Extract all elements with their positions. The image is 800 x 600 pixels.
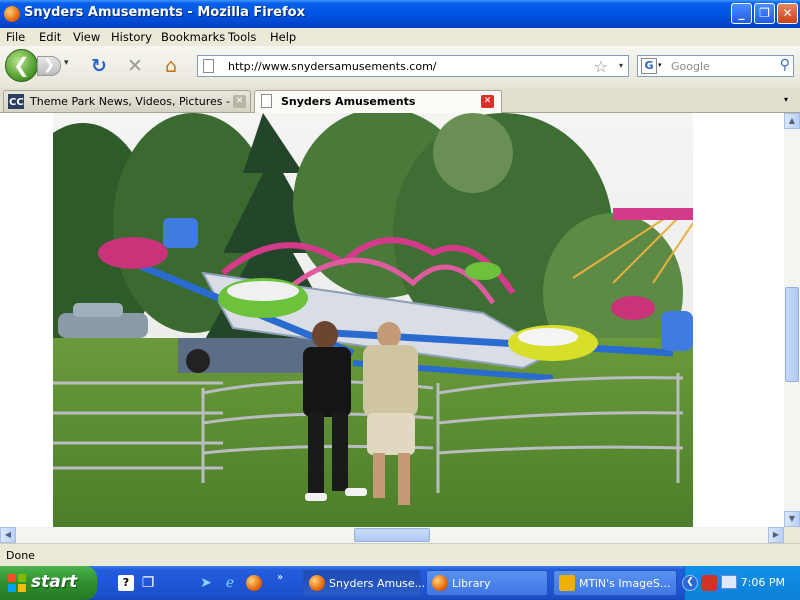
close-window-button[interactable]: ✕ bbox=[777, 3, 798, 24]
firefox-quicklaunch-icon[interactable] bbox=[246, 575, 262, 591]
firefox-icon bbox=[309, 575, 325, 591]
search-input[interactable]: Google bbox=[671, 60, 710, 73]
windows-logo-icon bbox=[8, 574, 26, 592]
tab-list-icon[interactable]: ▾ bbox=[784, 95, 788, 104]
taskbar: start ? ❐ ➤ ℯ » Snyders Amuse... Library… bbox=[0, 566, 800, 600]
history-dropdown-icon[interactable]: ▾ bbox=[64, 58, 69, 68]
scroll-left-icon[interactable]: ◀ bbox=[0, 527, 16, 543]
firefox-icon bbox=[4, 6, 20, 22]
menu-bar: File Edit View History Bookmarks Tools H… bbox=[0, 28, 800, 46]
bookmark-star-icon[interactable]: ☆ bbox=[594, 57, 608, 76]
menu-file[interactable]: File bbox=[6, 30, 25, 44]
window-title: Snyders Amusements - Mozilla Firefox bbox=[24, 5, 305, 20]
menu-help[interactable]: Help bbox=[270, 30, 296, 44]
quicklaunch-more-icon[interactable]: » bbox=[272, 570, 288, 586]
firefox-icon bbox=[432, 575, 448, 591]
task-label: Snyders Amuse... bbox=[329, 577, 426, 590]
search-icon[interactable]: ⚲ bbox=[780, 57, 790, 73]
url-dropdown-icon[interactable]: ▾ bbox=[619, 61, 623, 70]
taskbar-item-library[interactable]: Library bbox=[426, 570, 548, 596]
navigation-toolbar: ❮ ❯ ▾ ↻ ✕ ⌂ http://www.snydersamusements… bbox=[0, 46, 800, 89]
horizontal-scroll-thumb[interactable] bbox=[354, 528, 430, 542]
back-button[interactable]: ❮ bbox=[5, 49, 38, 82]
google-engine-icon[interactable]: G bbox=[641, 58, 657, 74]
scrollbar-corner bbox=[784, 527, 800, 543]
taskbar-item-snyders[interactable]: Snyders Amuse... bbox=[303, 570, 425, 596]
page-icon bbox=[203, 59, 214, 73]
tab-bar: CC Theme Park News, Videos, Pictures - N… bbox=[0, 88, 800, 113]
svg-text:CC: CC bbox=[9, 97, 24, 108]
menu-history[interactable]: History bbox=[111, 30, 152, 44]
task-label: Library bbox=[452, 577, 491, 590]
url-text[interactable]: http://www.snydersamusements.com/ bbox=[228, 60, 437, 73]
close-tab-icon[interactable]: ✕ bbox=[233, 95, 246, 108]
tab-label: Snyders Amusements bbox=[281, 95, 416, 108]
status-bar: Done bbox=[0, 543, 800, 567]
window-titlebar[interactable]: Snyders Amusements - Mozilla Firefox _ ❐… bbox=[0, 0, 800, 28]
reload-icon[interactable]: ↻ bbox=[88, 55, 110, 77]
scroll-down-icon[interactable]: ▼ bbox=[784, 511, 800, 527]
site-favicon-icon: CC bbox=[8, 94, 24, 109]
ride-photo bbox=[53, 113, 693, 527]
home-icon[interactable]: ⌂ bbox=[160, 55, 182, 77]
vertical-scroll-thumb[interactable] bbox=[785, 286, 799, 382]
scroll-up-icon[interactable]: ▲ bbox=[784, 113, 800, 129]
status-text: Done bbox=[6, 549, 35, 562]
system-tray: ❮ 7:06 PM bbox=[682, 566, 800, 600]
tab-label: Theme Park News, Videos, Pictures - N... bbox=[30, 95, 230, 108]
vertical-scrollbar[interactable]: ▲ ▼ bbox=[784, 113, 800, 527]
menu-view[interactable]: View bbox=[73, 30, 100, 44]
forward-button[interactable]: ❯ bbox=[37, 56, 61, 76]
engine-dropdown-icon[interactable]: ▾ bbox=[658, 61, 662, 69]
search-bar[interactable]: G ▾ Google ⚲ bbox=[637, 55, 794, 77]
tray-expand-icon[interactable]: ❮ bbox=[682, 575, 698, 591]
start-label: start bbox=[31, 572, 78, 592]
horizontal-scrollbar[interactable]: ◀ ▶ bbox=[0, 527, 784, 543]
menu-edit[interactable]: Edit bbox=[39, 30, 61, 44]
start-button[interactable]: start bbox=[0, 566, 97, 600]
tab-snyders-amusements[interactable]: Snyders Amusements ✕ bbox=[254, 90, 502, 113]
menu-tools[interactable]: Tools bbox=[228, 30, 256, 44]
media-icon[interactable]: ➤ bbox=[198, 575, 214, 591]
show-desktop-icon[interactable]: ❐ bbox=[140, 575, 156, 591]
internet-explorer-icon[interactable]: ℯ bbox=[222, 575, 238, 591]
close-tab-icon[interactable]: ✕ bbox=[481, 95, 494, 108]
scroll-right-icon[interactable]: ▶ bbox=[768, 527, 784, 543]
security-shield-icon[interactable] bbox=[701, 575, 717, 591]
clock[interactable]: 7:06 PM bbox=[741, 576, 785, 589]
page-content bbox=[0, 113, 784, 527]
stop-icon[interactable]: ✕ bbox=[124, 55, 146, 77]
restore-button[interactable]: ❐ bbox=[754, 3, 775, 24]
network-icon[interactable] bbox=[721, 575, 737, 589]
minimize-button[interactable]: _ bbox=[731, 3, 752, 24]
menu-bookmarks[interactable]: Bookmarks bbox=[161, 30, 225, 44]
taskbar-item-imageshack[interactable]: MTiN's ImageS... bbox=[553, 570, 677, 596]
tab-theme-park-news[interactable]: CC Theme Park News, Videos, Pictures - N… bbox=[3, 90, 251, 112]
url-bar[interactable]: http://www.snydersamusements.com/ ☆ ▾ bbox=[197, 55, 629, 77]
task-label: MTiN's ImageS... bbox=[579, 577, 671, 590]
imageshack-icon bbox=[559, 575, 575, 591]
page-favicon-icon bbox=[261, 94, 272, 108]
help-icon[interactable]: ? bbox=[118, 575, 134, 591]
